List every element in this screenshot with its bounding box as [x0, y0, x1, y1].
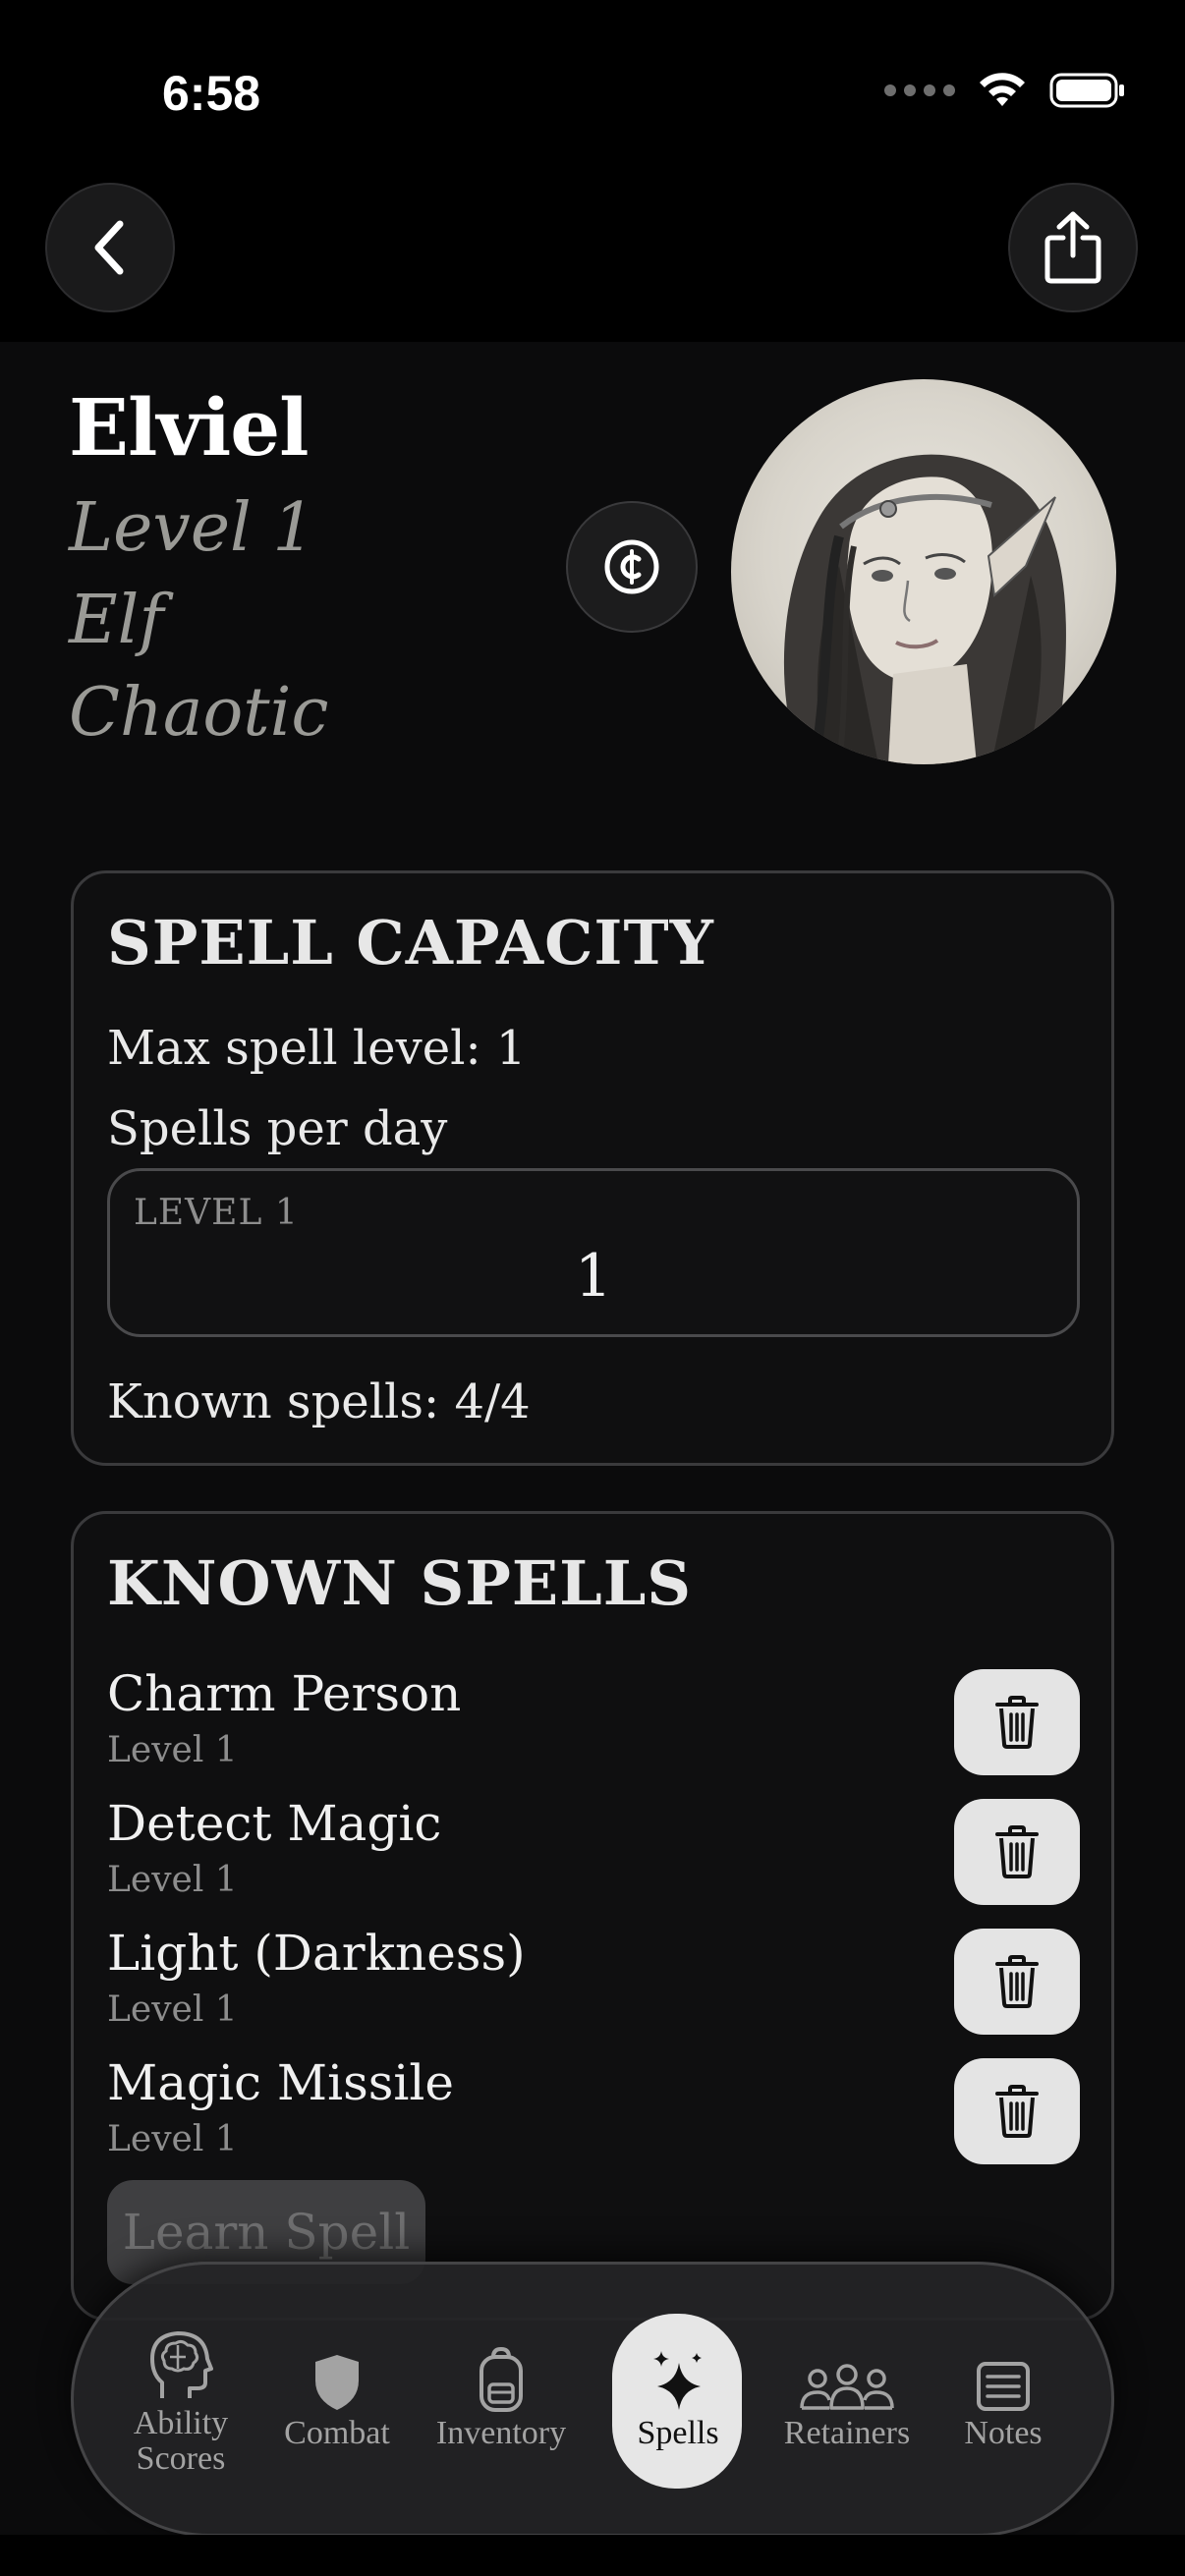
level-box-value: 1: [574, 1242, 613, 1311]
tab-label: Notes: [964, 2415, 1043, 2451]
spells-per-day-label: Spells per day: [107, 1101, 448, 1156]
tab-bar: Ability Scores Combat Inventory Spells R…: [71, 2262, 1114, 2537]
tab-label: Retainers: [783, 2415, 911, 2451]
status-time: 6:58: [162, 66, 261, 121]
share-button[interactable]: [1008, 183, 1138, 312]
spell-level: Level 1: [107, 1989, 238, 2030]
delete-spell-button[interactable]: [954, 1799, 1080, 1905]
trash-icon: [995, 1825, 1039, 1878]
character-name: Elviel: [69, 381, 310, 474]
top-bar: 6:58: [0, 0, 1185, 342]
spell-row: Magic Missile Level 1: [107, 2054, 1080, 2164]
tab-notes[interactable]: Notes: [930, 2327, 1077, 2451]
tab-label: Inventory: [435, 2415, 567, 2451]
share-icon: [1044, 211, 1101, 284]
level-1-slots-field[interactable]: LEVEL 1 1: [107, 1168, 1080, 1337]
notes-icon: [977, 2362, 1030, 2411]
trash-icon: [995, 1955, 1039, 2008]
tab-label: Ability: [133, 2405, 229, 2441]
wifi-icon: [980, 73, 1025, 106]
spell-name: Charm Person: [107, 1665, 462, 1722]
known-spells-card: KNOWN SPELLS Charm Person Level 1 Detect…: [71, 1511, 1114, 2321]
status-icons: [884, 71, 1126, 110]
delete-spell-button[interactable]: [954, 1929, 1080, 2035]
spell-name: Magic Missile: [107, 2054, 454, 2111]
tab-combat[interactable]: Combat: [263, 2327, 411, 2451]
max-spell-level: Max spell level: 1: [107, 1021, 527, 1076]
known-spells-count: Known spells: 4/4: [107, 1374, 531, 1429]
character-alignment: Chaotic: [69, 674, 329, 752]
delete-spell-button[interactable]: [954, 1669, 1080, 1775]
back-button[interactable]: [45, 183, 175, 312]
trash-icon: [995, 2085, 1039, 2138]
battery-icon: [1049, 73, 1124, 108]
currency-button[interactable]: [566, 501, 698, 633]
known-spells-title: KNOWN SPELLS: [107, 1547, 693, 1619]
spell-name: Detect Magic: [107, 1795, 442, 1852]
character-race: Elf: [69, 582, 164, 659]
level-box-label: LEVEL 1: [134, 1193, 299, 1233]
delete-spell-button[interactable]: [954, 2058, 1080, 2164]
spell-level: Level 1: [107, 1860, 238, 1900]
brain-head-icon: [150, 2331, 213, 2398]
people-icon: [800, 2364, 894, 2410]
trash-icon: [995, 1696, 1039, 1749]
coin-icon: [604, 539, 659, 594]
shield-icon: [315, 2355, 359, 2410]
chevron-left-icon: [94, 220, 124, 275]
tab-ability-scores[interactable]: Ability Scores: [107, 2318, 254, 2477]
tab-label: Scores: [136, 2440, 226, 2477]
spell-row: Light (Darkness) Level 1: [107, 1925, 1080, 2035]
screen: 6:58 Elviel Level 1 Elf Chaotic SPELL CA…: [0, 0, 1185, 2576]
tab-label: Spells: [637, 2415, 719, 2451]
spell-row: Detect Magic Level 1: [107, 1795, 1080, 1905]
home-indicator-area: [0, 2535, 1185, 2576]
cellular-signal-icon: [884, 84, 955, 96]
tab-spells[interactable]: Spells: [604, 2327, 752, 2451]
tab-inventory[interactable]: Inventory: [427, 2327, 575, 2451]
spell-row: Charm Person Level 1: [107, 1665, 1080, 1775]
elf-portrait-image: [783, 454, 1066, 764]
spell-capacity-card: SPELL CAPACITY Max spell level: 1 Spells…: [71, 870, 1114, 1466]
spell-name: Light (Darkness): [107, 1925, 526, 1982]
sparkles-icon: [653, 2351, 702, 2410]
spell-level: Level 1: [107, 1730, 238, 1770]
tab-retainers[interactable]: Retainers: [766, 2327, 928, 2451]
backpack-icon: [480, 2347, 523, 2412]
spell-level: Level 1: [107, 2119, 238, 2159]
tab-label: Combat: [284, 2415, 390, 2451]
spell-capacity-title: SPELL CAPACITY: [107, 907, 714, 979]
character-portrait[interactable]: [731, 379, 1116, 764]
character-level: Level 1: [69, 489, 315, 567]
